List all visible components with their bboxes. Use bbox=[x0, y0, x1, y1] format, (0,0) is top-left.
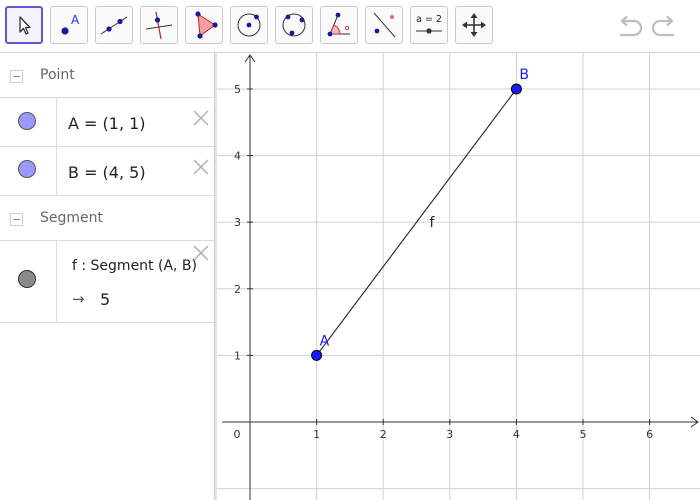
perpendicular-line-icon bbox=[145, 11, 173, 40]
perpendicular-line-tool-button[interactable] bbox=[140, 6, 178, 44]
cursor-arrow-icon bbox=[19, 16, 31, 35]
algebra-item-b[interactable]: B = (4, 5) bbox=[0, 147, 214, 196]
point-tool-label: A bbox=[71, 13, 80, 27]
collapse-minus-icon[interactable] bbox=[10, 70, 23, 83]
slider-icon: a = 2 bbox=[416, 14, 442, 34]
algebra-item-f-definition[interactable]: f : Segment (A, B) bbox=[72, 258, 197, 274]
line-tool-button[interactable] bbox=[95, 6, 133, 44]
group-label-segment: Segment bbox=[40, 210, 103, 226]
point-a-label: A bbox=[320, 333, 330, 349]
algebra-item-f-value: 5 bbox=[100, 290, 111, 309]
y-tick-label: 4 bbox=[234, 150, 241, 163]
point-b-label: B bbox=[519, 67, 529, 83]
marble-column bbox=[0, 147, 57, 195]
redo-icon bbox=[651, 15, 674, 37]
x-tick-label: 5 bbox=[580, 428, 587, 441]
x-tick-label: 4 bbox=[513, 428, 520, 441]
marble-column bbox=[0, 241, 57, 322]
polygon-tool-button[interactable] bbox=[185, 6, 223, 44]
x-tick-label: 3 bbox=[446, 428, 453, 441]
visibility-marble-icon[interactable] bbox=[18, 112, 36, 130]
y-tick-label: 5 bbox=[234, 83, 241, 96]
point-icon: A bbox=[61, 13, 80, 35]
toolbar: A a = 2 bbox=[0, 0, 700, 53]
delete-x-icon[interactable] bbox=[192, 244, 210, 262]
angle-tool-button[interactable] bbox=[320, 6, 358, 44]
angle-icon bbox=[327, 12, 350, 37]
point-b[interactable] bbox=[510, 83, 522, 95]
graphics-view[interactable]: 0 1 2 3 4 5 6 1 2 3 4 5 f A B bbox=[217, 53, 700, 500]
move-tool-button[interactable] bbox=[5, 6, 43, 44]
result-arrow-icon: → bbox=[72, 290, 85, 308]
circle-center-tool-button[interactable] bbox=[230, 6, 268, 44]
algebra-item-f[interactable]: f : Segment (A, B) → 5 bbox=[0, 241, 214, 323]
visibility-marble-icon[interactable] bbox=[18, 160, 36, 178]
marble-column bbox=[0, 98, 57, 146]
coordinate-plane[interactable]: 0 1 2 3 4 5 6 1 2 3 4 5 f A B bbox=[217, 53, 700, 500]
group-header-point[interactable]: Point bbox=[0, 53, 214, 98]
segment-f-label: f bbox=[430, 215, 436, 231]
x-tick-label: 2 bbox=[380, 428, 387, 441]
point-tool-button[interactable]: A bbox=[50, 6, 88, 44]
circle-three-points-tool-button[interactable] bbox=[275, 6, 313, 44]
move-arrows-icon bbox=[462, 13, 486, 37]
point-a[interactable] bbox=[311, 349, 323, 361]
x-tick-label: 1 bbox=[313, 428, 320, 441]
line-icon bbox=[100, 16, 128, 35]
algebra-view: Point A = (1, 1) B = (4, 5) Segment f : … bbox=[0, 53, 214, 500]
slider-tool-label: a = 2 bbox=[416, 14, 442, 25]
algebra-item-a[interactable]: A = (1, 1) bbox=[0, 98, 214, 147]
delete-x-icon[interactable] bbox=[192, 109, 210, 127]
undo-button[interactable] bbox=[612, 10, 646, 44]
x-tick-label: 6 bbox=[646, 428, 653, 441]
circle-three-points-icon bbox=[282, 13, 306, 37]
reflect-tool-button[interactable] bbox=[365, 6, 403, 44]
algebra-item-a-text[interactable]: A = (1, 1) bbox=[68, 114, 146, 133]
reflect-about-line-icon bbox=[373, 12, 396, 38]
y-tick-label: 3 bbox=[234, 216, 241, 229]
group-header-segment[interactable]: Segment bbox=[0, 196, 214, 241]
algebra-item-b-text[interactable]: B = (4, 5) bbox=[68, 163, 146, 182]
y-tick-label: 2 bbox=[234, 283, 241, 296]
x-tick-label: 0 bbox=[234, 428, 241, 441]
move-graphics-tool-button[interactable] bbox=[455, 6, 493, 44]
collapse-minus-icon[interactable] bbox=[10, 213, 23, 226]
delete-x-icon[interactable] bbox=[192, 158, 210, 176]
redo-button[interactable] bbox=[648, 10, 682, 44]
y-tick-label: 1 bbox=[234, 349, 241, 362]
circle-center-icon bbox=[237, 13, 261, 37]
group-label-point: Point bbox=[40, 67, 75, 83]
visibility-marble-icon[interactable] bbox=[18, 270, 36, 288]
undo-icon bbox=[620, 15, 643, 37]
slider-tool-button[interactable]: a = 2 bbox=[410, 6, 448, 44]
polygon-icon bbox=[195, 11, 218, 39]
